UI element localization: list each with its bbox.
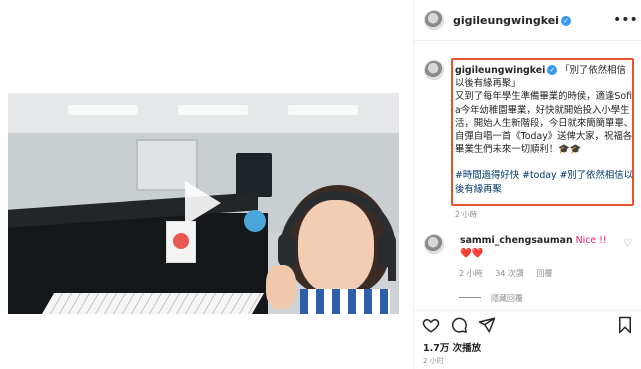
play-icon[interactable] xyxy=(185,181,221,225)
verified-icon: ✓ xyxy=(547,65,558,75)
bookmark-icon[interactable] xyxy=(616,316,634,334)
comment-heart-icon[interactable]: ♡ xyxy=(623,238,632,249)
header-divider xyxy=(414,40,641,41)
header-avatar[interactable] xyxy=(424,10,444,30)
video-frame-dress xyxy=(300,289,390,314)
hide-replies-button[interactable]: 隱藏回覆 xyxy=(459,293,523,304)
heart-icon[interactable] xyxy=(422,316,440,334)
video-frame-panel xyxy=(236,153,272,197)
video-frame-light xyxy=(68,105,138,115)
caption-line: 又到了每年學生準備畢業的時侯，適逢Sofia今年幼稚園畢業，好快就開始投入小學生… xyxy=(455,91,634,156)
caption-username[interactable]: gigileungwingkei xyxy=(455,65,545,76)
verified-icon: ✓ xyxy=(560,16,571,26)
caption-hashtags[interactable]: #時間過得好快 #today #別了依然相信以後有緣再聚 xyxy=(455,169,635,195)
comment-time: 2 小時 xyxy=(459,269,483,278)
video-frame-headphone-cup xyxy=(278,233,296,267)
comment-icon[interactable] xyxy=(450,316,468,334)
video-frame-light xyxy=(288,105,358,115)
video-frame-microphone xyxy=(244,210,266,232)
comment-reply-button[interactable]: 回覆 xyxy=(536,269,552,278)
comment-meta: 2 小時 34 次讚 回覆 xyxy=(459,268,562,279)
header-username-text[interactable]: gigileungwingkei xyxy=(453,14,559,27)
comment-likes[interactable]: 34 次讚 xyxy=(495,269,524,278)
post-time: 2 小时 xyxy=(423,357,444,365)
comment-avatar[interactable] xyxy=(424,234,444,254)
video-frame-light xyxy=(178,105,248,115)
share-icon[interactable] xyxy=(478,316,496,334)
panel-divider xyxy=(413,0,414,369)
video-frame-piano-keys xyxy=(41,293,265,314)
actions-divider xyxy=(414,310,641,311)
more-icon[interactable]: ••• xyxy=(613,12,638,28)
caption-text: gigileungwingkei ✓ 「別了依然相信 以後有緣再聚」 又到了每年學… xyxy=(455,64,635,196)
caption-time: 2 小時 xyxy=(455,210,478,219)
view-count[interactable]: 1.7万 次播放 xyxy=(423,340,481,354)
video-frame-headphone-cup xyxy=(378,233,396,267)
hide-replies-line xyxy=(459,297,481,298)
comment-username[interactable]: sammi_chengsauman xyxy=(460,235,573,246)
video-frame-hand xyxy=(266,265,296,309)
comment-text: sammi_chengsauman Nice !! ❤️❤️ xyxy=(460,234,620,260)
caption-avatar[interactable] xyxy=(424,60,444,80)
hide-replies-label[interactable]: 隱藏回覆 xyxy=(491,294,523,303)
header-username[interactable]: gigileungwingkei ✓ xyxy=(453,14,571,27)
video-frame-sign-mark xyxy=(173,233,189,249)
